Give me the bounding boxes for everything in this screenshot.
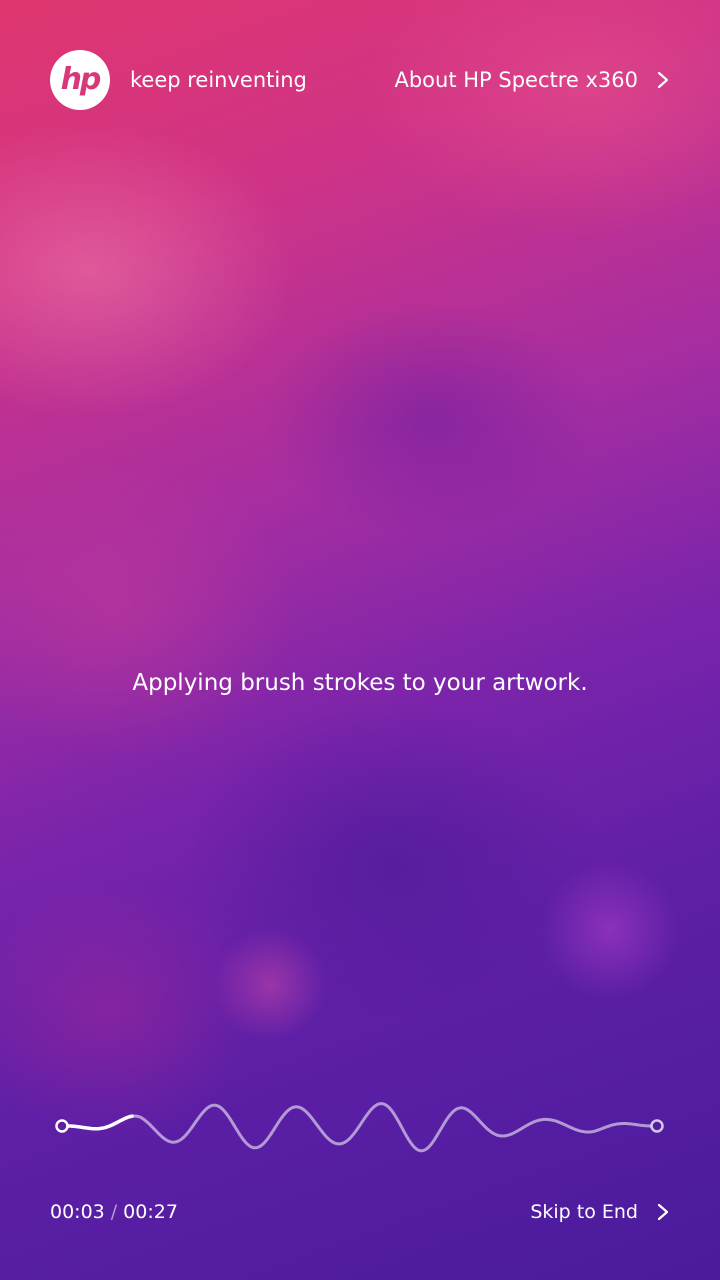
background-blob	[0, 460, 300, 760]
status-message: Applying brush strokes to your artwork.	[132, 670, 588, 696]
background-blob	[210, 930, 330, 1040]
skip-to-end-button[interactable]: Skip to End	[530, 1196, 670, 1228]
background-blob	[260, 300, 600, 540]
background-blob	[180, 700, 600, 1020]
playhead-start-dot[interactable]	[55, 1119, 69, 1133]
progress-waveform[interactable]	[50, 1088, 670, 1168]
brand-tagline: keep reinventing	[130, 68, 307, 92]
background-blob	[540, 860, 680, 1000]
chevron-right-icon	[657, 71, 669, 89]
background-blob	[0, 120, 300, 420]
total-time: 00:27	[123, 1201, 178, 1223]
chevron-right-icon	[657, 1203, 669, 1221]
video-player-screen: hp keep reinventing About HP Spectre x36…	[0, 0, 720, 1280]
waveform-track	[66, 1102, 652, 1153]
waveform-end-dot[interactable]	[650, 1119, 664, 1133]
timecode: 00:03/00:27	[50, 1198, 178, 1226]
current-time: 00:03	[50, 1201, 105, 1223]
time-separator: /	[110, 1201, 118, 1223]
background-blob	[360, 0, 720, 240]
waveform-progress	[66, 1114, 134, 1131]
about-product-label: About HP Spectre x360	[394, 68, 638, 92]
skip-to-end-label: Skip to End	[530, 1201, 638, 1223]
about-product-link[interactable]: About HP Spectre x360	[394, 62, 670, 98]
hp-logo-text: hp	[60, 62, 102, 97]
hp-logo[interactable]: hp	[50, 50, 110, 110]
